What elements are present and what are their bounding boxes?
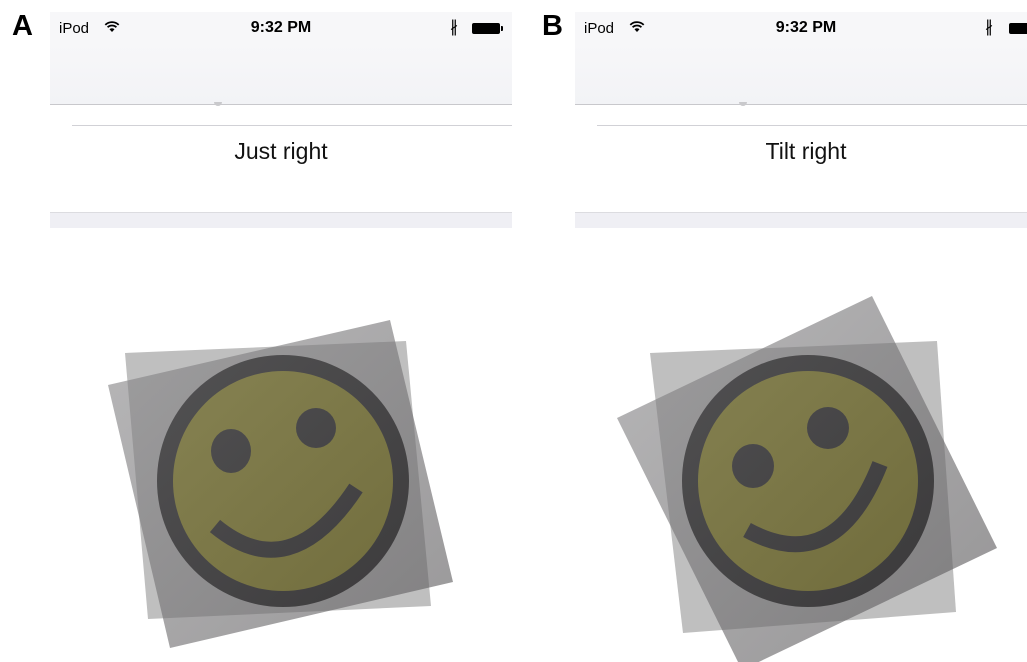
section-divider [50,212,512,228]
picker-selected-value[interactable]: Just right [50,138,512,165]
panel-label-b: B [542,10,563,42]
picker-selection-line [597,125,1027,126]
battery-icon [472,23,503,34]
phone-screen-b: iPod 9:32 PM ∦ Tilt right [575,12,1027,662]
panel-label-a: A [12,10,33,42]
status-bar: iPod 9:32 PM ∦ [50,12,512,44]
picker-wheel[interactable]: Tilt right [575,106,1027,212]
picker-selected-value[interactable]: Tilt right [575,138,1027,165]
level-stage [50,228,512,662]
navigation-bar [575,44,1027,105]
status-bar: iPod 9:32 PM ∦ [575,12,1027,44]
picker-selection-line [72,125,512,126]
level-graphic [108,320,453,648]
phone-screen-a: iPod 9:32 PM ∦ Just right [50,12,512,662]
navigation-bar [50,44,512,105]
level-stage [575,228,1027,662]
status-time: 9:32 PM [775,19,837,36]
figure: A iPod 9:32 PM ∦ Just right B iPod 9:32 … [0,0,1027,662]
section-divider [575,212,1027,228]
bluetooth-icon: ∦ [985,19,993,36]
bluetooth-icon: ∦ [450,19,458,36]
status-time: 9:32 PM [250,19,312,36]
picker-wheel[interactable]: Just right [50,106,512,212]
battery-icon [1009,23,1027,34]
level-graphic [617,296,997,662]
